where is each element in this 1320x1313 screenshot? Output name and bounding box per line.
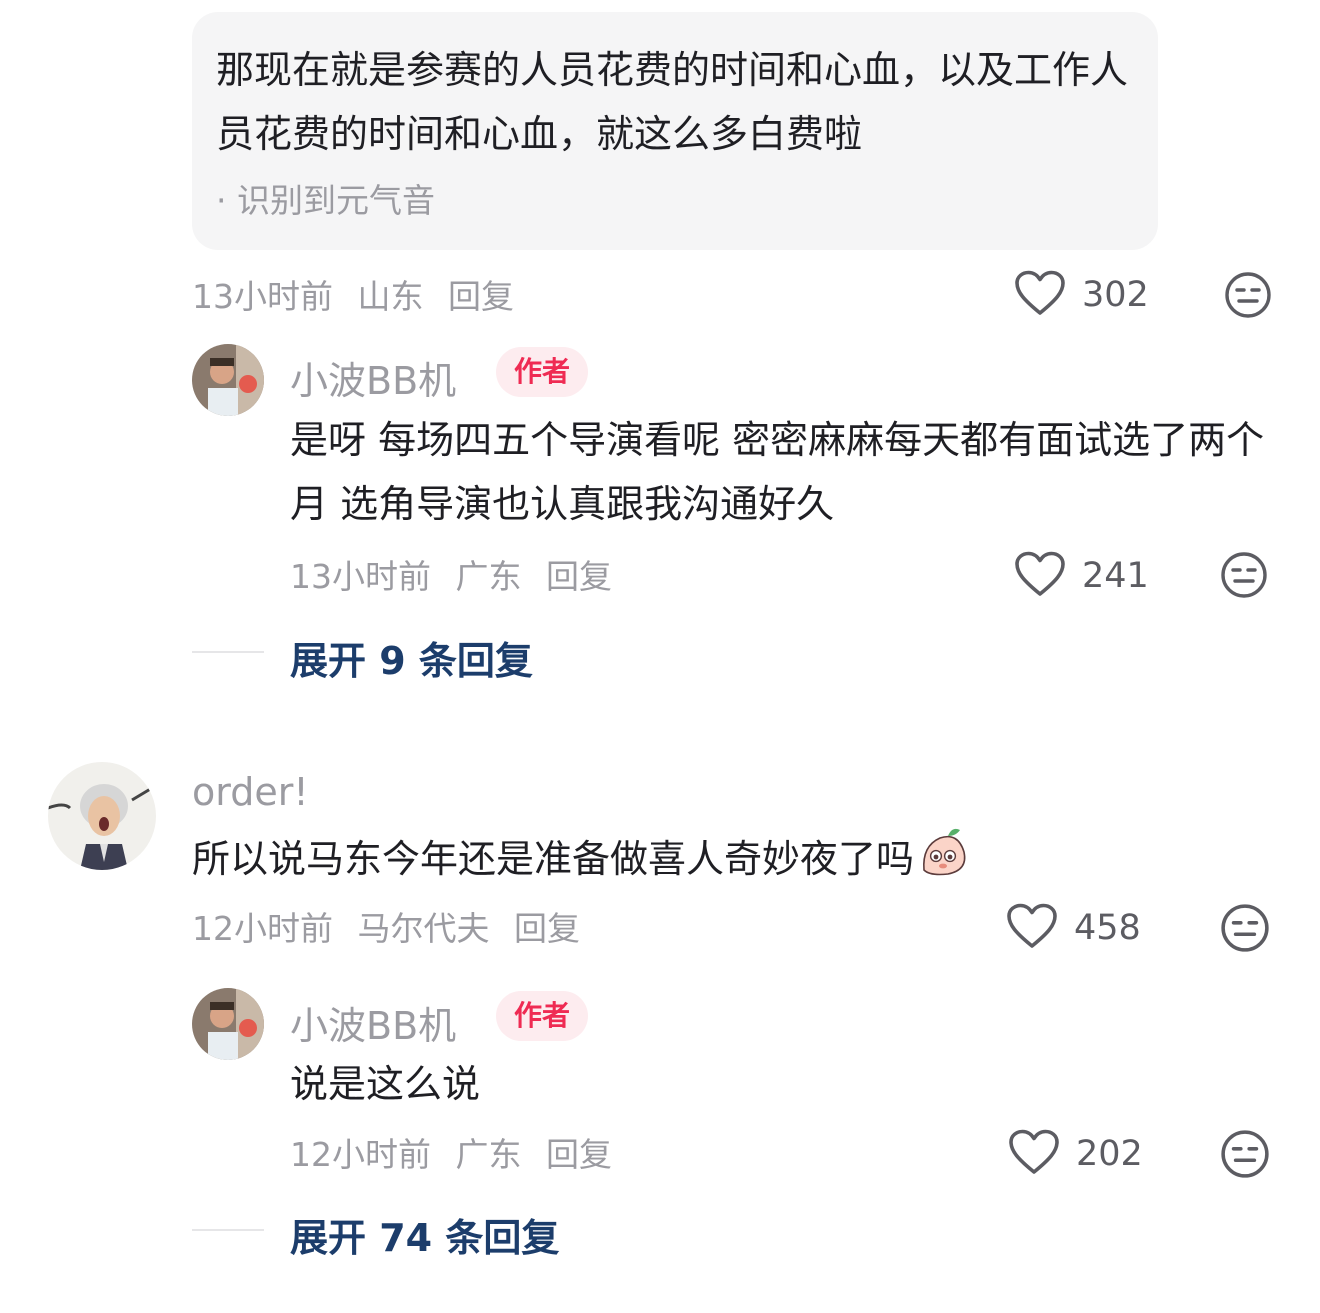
dislike-face-icon[interactable] bbox=[1224, 271, 1272, 323]
comment-meta: 12小时前 马尔代夫 回复 bbox=[192, 902, 580, 950]
heart-icon bbox=[1014, 551, 1066, 601]
author-badge: 作者 bbox=[496, 991, 589, 1041]
comment-location: 马尔代夫 bbox=[357, 909, 490, 948]
username[interactable]: 小波BB机 bbox=[290, 350, 456, 405]
divider bbox=[192, 651, 264, 653]
comment-time: 12小时前 bbox=[290, 1135, 431, 1174]
like-button[interactable]: 458 bbox=[1006, 903, 1141, 953]
comment-location: 广东 bbox=[455, 557, 522, 596]
avatar[interactable] bbox=[192, 988, 264, 1060]
comment-text: 是呀 每场四五个导演看呢 密密麻麻每天都有面试选了两个月 选角导演也认真跟我沟通… bbox=[290, 418, 1265, 526]
like-count: 302 bbox=[1082, 275, 1149, 315]
heart-icon bbox=[1008, 1129, 1060, 1179]
author-badge: 作者 bbox=[496, 347, 589, 397]
expand-replies-link[interactable]: 展开 9 条回复 bbox=[290, 630, 533, 685]
comment-time: 12小时前 bbox=[192, 909, 333, 948]
comment-meta: 12小时前 广东 回复 bbox=[290, 1128, 612, 1176]
username[interactable]: order! bbox=[192, 770, 309, 814]
avatar[interactable] bbox=[192, 344, 264, 416]
username[interactable]: 小波BB机 bbox=[290, 995, 456, 1050]
voice-reply-text: 那现在就是参赛的人员花费的时间和心血，以及工作人员花费的时间和心血，就这么多白费… bbox=[216, 48, 1129, 156]
comment-location: 山东 bbox=[357, 277, 424, 316]
voice-recognition-note: · 识别到元气音 bbox=[216, 181, 435, 220]
comment-text: 所以说马东今年还是准备做喜人奇妙夜了吗 bbox=[192, 826, 970, 897]
like-count: 202 bbox=[1076, 1134, 1143, 1174]
comment-text: 说是这么说 bbox=[290, 1062, 481, 1106]
reply-button[interactable]: 回复 bbox=[514, 909, 580, 948]
comment-time: 13小时前 bbox=[192, 277, 333, 316]
reply-button[interactable]: 回复 bbox=[448, 277, 514, 316]
comment-meta: 13小时前 广东 回复 bbox=[290, 550, 612, 598]
comment-time: 13小时前 bbox=[290, 557, 431, 596]
dislike-face-icon[interactable] bbox=[1220, 903, 1270, 957]
heart-icon bbox=[1014, 270, 1066, 320]
heart-icon bbox=[1006, 903, 1058, 953]
dislike-face-icon[interactable] bbox=[1220, 551, 1268, 603]
avatar[interactable] bbox=[48, 762, 156, 870]
like-button[interactable]: 202 bbox=[1008, 1129, 1143, 1179]
comment-location: 广东 bbox=[455, 1135, 522, 1174]
like-button[interactable]: 241 bbox=[1014, 551, 1149, 601]
like-count: 241 bbox=[1082, 556, 1149, 596]
expand-replies-link[interactable]: 展开 74 条回复 bbox=[290, 1207, 559, 1262]
reply-button[interactable]: 回复 bbox=[546, 557, 612, 596]
comment-meta: 13小时前 山东 回复 bbox=[192, 270, 514, 318]
divider bbox=[192, 1229, 264, 1231]
like-button[interactable]: 302 bbox=[1014, 270, 1149, 320]
emoji-sticker-icon bbox=[918, 826, 970, 897]
dislike-face-icon[interactable] bbox=[1220, 1129, 1270, 1183]
like-count: 458 bbox=[1074, 908, 1141, 948]
reply-button[interactable]: 回复 bbox=[546, 1135, 612, 1174]
